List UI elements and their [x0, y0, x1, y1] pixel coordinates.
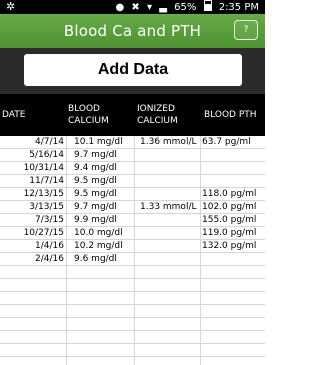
empty-row	[0, 305, 265, 318]
table-row[interactable]: 4/7/14 10.1 mg/dl 1.36 mmol/L 63.7 pg/ml	[0, 136, 265, 149]
blood-calcium-cell: 9.5 mg/dl	[74, 189, 117, 199]
table-row[interactable]: 5/16/14 9.7 mg/dl	[0, 149, 265, 162]
blood-calcium-cell: 9.6 mg/dl	[74, 254, 117, 264]
ionized-calcium-cell: 1.36 mmol/L	[140, 137, 197, 147]
empty-row	[0, 292, 265, 305]
page-title: Blood Ca and PTH	[63, 22, 202, 40]
table-row[interactable]: 1/4/16 10.2 mg/dl 132.0 pg/ml	[0, 240, 265, 253]
empty-row	[0, 266, 265, 279]
table-row[interactable]: 12/13/15 9.5 mg/dl 118.0 pg/ml	[0, 188, 265, 201]
date-cell: 11/7/14	[29, 176, 64, 186]
blood-pth-cell: 119.0 pg/ml	[202, 228, 257, 238]
column-header-blood-pth: BLOOD PTH	[204, 110, 257, 120]
toolbar: Add Data	[0, 48, 265, 94]
date-cell: 10/31/14	[23, 163, 64, 173]
date-cell: 3/13/15	[29, 202, 64, 212]
column-header-date: DATE	[2, 110, 26, 120]
date-cell: 2/4/16	[35, 254, 64, 264]
blood-calcium-cell: 9.4 mg/dl	[74, 163, 117, 173]
date-cell: 4/7/14	[35, 137, 64, 147]
date-cell: 1/4/16	[35, 241, 64, 251]
blood-pth-cell: 63.7 pg/ml	[202, 137, 251, 147]
table-row[interactable]: 10/31/14 9.4 mg/dl	[0, 162, 265, 175]
table-row[interactable]: 7/3/15 9.9 mg/dl 155.0 pg/ml	[0, 214, 265, 227]
battery-icon	[203, 0, 212, 11]
blood-pth-cell: 118.0 pg/ml	[202, 189, 257, 199]
blood-calcium-cell: 9.7 mg/dl	[74, 150, 117, 160]
empty-row	[0, 318, 265, 331]
blood-calcium-cell: 9.5 mg/dl	[74, 176, 117, 186]
signal-icon: ▃	[159, 2, 167, 13]
status-bar: ✲ ● ✖ ▾ ▃ 65% 2:35 PM	[0, 0, 265, 14]
blood-calcium-cell: 10.2 mg/dl	[74, 241, 123, 251]
blood-pth-cell: 155.0 pg/ml	[202, 215, 257, 225]
location-icon: ●	[115, 2, 125, 13]
blood-calcium-cell: 9.7 mg/dl	[74, 202, 117, 212]
empty-row	[0, 279, 265, 292]
blood-calcium-cell: 9.9 mg/dl	[74, 215, 117, 225]
date-cell: 12/13/15	[23, 189, 64, 199]
table-row[interactable]: 3/13/15 9.7 mg/dl 1.33 mmol/L 102.0 pg/m…	[0, 201, 265, 214]
add-data-button[interactable]: Add Data	[24, 54, 242, 86]
date-cell: 5/16/14	[29, 150, 64, 160]
column-header-blood-calcium: BLOOD CALCIUM	[68, 104, 109, 126]
title-bar: Blood Ca and PTH ?	[0, 14, 265, 48]
clock: 2:35 PM	[218, 2, 259, 13]
date-cell: 7/3/15	[35, 215, 64, 225]
empty-row	[0, 331, 265, 344]
table-row[interactable]: 2/4/16 9.6 mg/dl	[0, 253, 265, 266]
wifi-icon: ▾	[146, 2, 153, 13]
battery-percent: 65%	[174, 2, 197, 13]
column-header-ionized-calcium: IONIZED CALCIUM	[137, 104, 178, 126]
table-row[interactable]: 11/7/14 9.5 mg/dl	[0, 175, 265, 188]
data-table: 4/7/14 10.1 mg/dl 1.36 mmol/L 63.7 pg/ml…	[0, 136, 265, 357]
blood-pth-cell: 102.0 pg/ml	[202, 202, 257, 212]
mute-icon: ✖	[131, 2, 140, 13]
blood-calcium-cell: 10.1 mg/dl	[74, 137, 123, 147]
table-header: DATE BLOOD CALCIUM IONIZED CALCIUM BLOOD…	[0, 94, 265, 136]
table-row[interactable]: 10/27/15 10.0 mg/dl 119.0 pg/ml	[0, 227, 265, 240]
status-icons: ● ✖ ▾ ▃ 65% 2:35 PM	[111, 0, 259, 15]
bluetooth-icon: ✲	[6, 0, 16, 13]
help-button[interactable]: ?	[234, 20, 258, 40]
blood-calcium-cell: 10.0 mg/dl	[74, 228, 123, 238]
ionized-calcium-cell: 1.33 mmol/L	[140, 202, 197, 212]
blood-pth-cell: 132.0 pg/ml	[202, 241, 257, 251]
date-cell: 10/27/15	[23, 228, 64, 238]
empty-row	[0, 344, 265, 357]
